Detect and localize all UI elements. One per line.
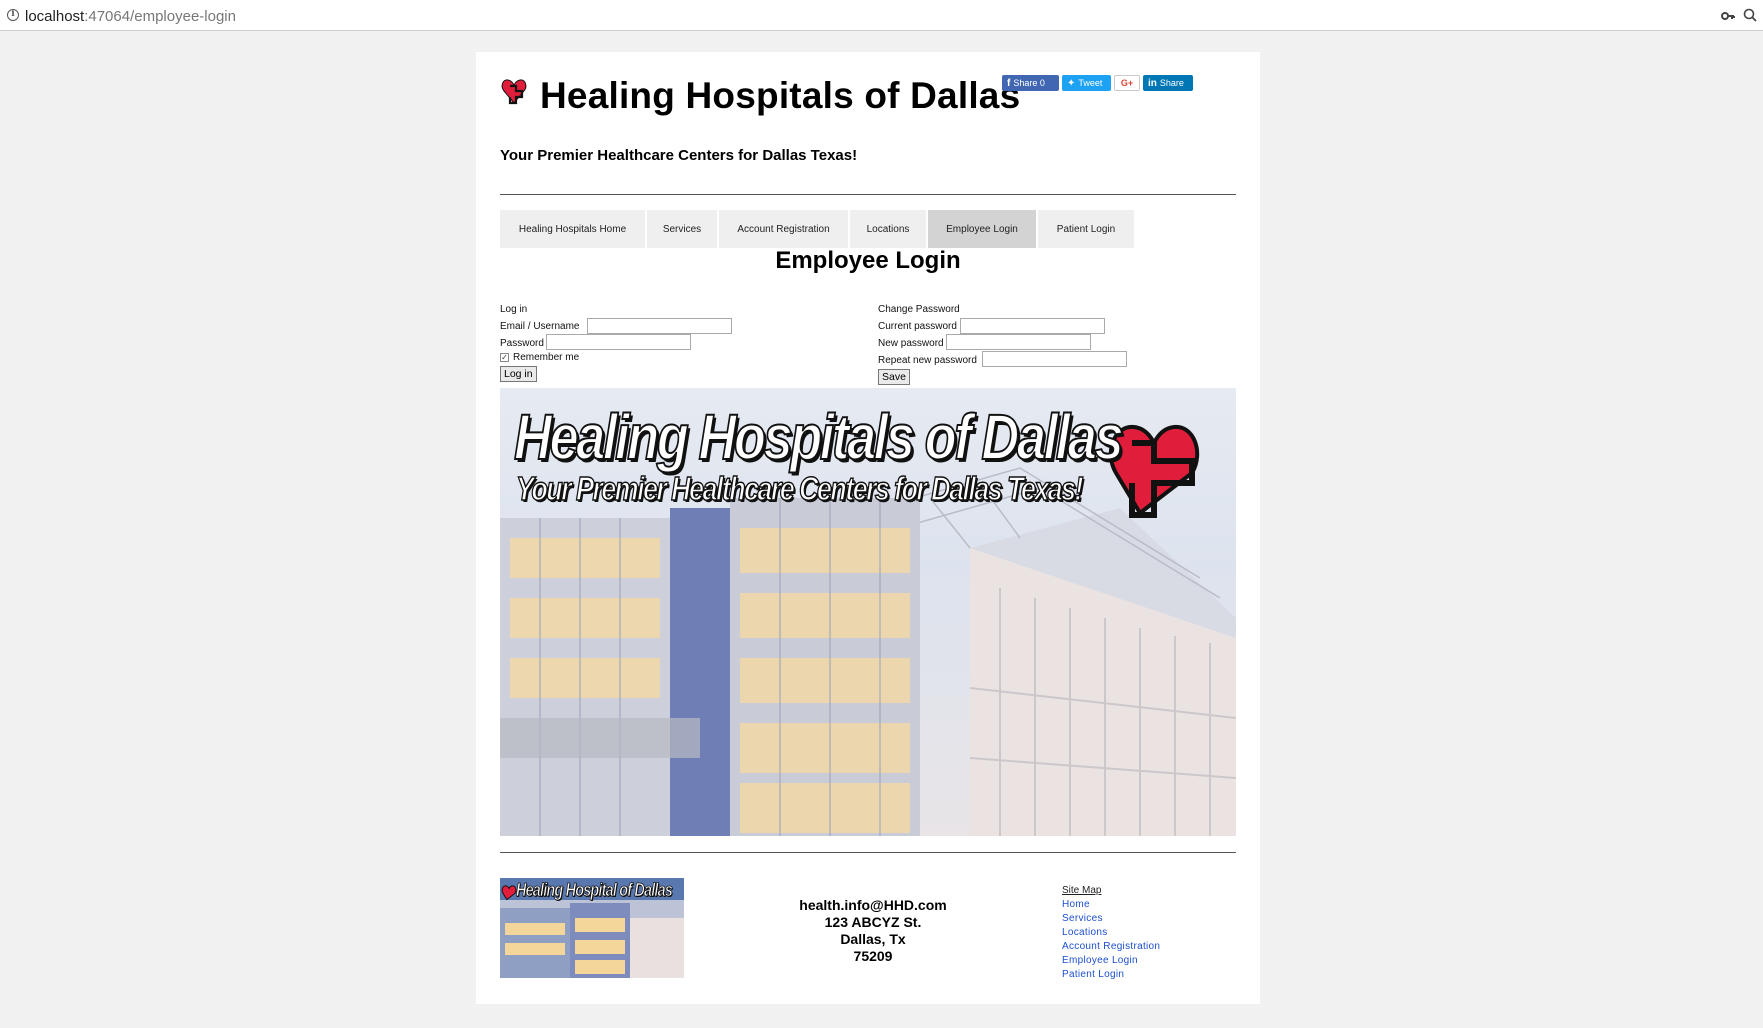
url-field[interactable]: localhost:47064/employee-login <box>25 8 236 25</box>
login-section-label: Log in <box>500 304 528 315</box>
sitemap-link-employee-login[interactable]: Employee Login <box>1062 954 1160 968</box>
current-password-label: Current password <box>878 321 957 332</box>
hero-banner: Healing Hospitals of Dallas Your Premier… <box>500 388 1236 836</box>
footer-divider <box>500 852 1236 853</box>
page-container: Healing Hospitals of Dallas f Share 0 ✦ Tw… <box>476 52 1260 1004</box>
login-button[interactable]: Log in <box>500 366 537 382</box>
tagline: Your Premier Healthcare Centers for Dall… <box>500 147 858 164</box>
sitemap-link-account-registration[interactable]: Account Registration <box>1062 940 1160 954</box>
change-password-section-label: Change Password <box>878 304 960 315</box>
contact-zip: 75209 <box>853 948 893 964</box>
google-plus-share-button[interactable]: G+ <box>1114 75 1140 91</box>
facebook-share-button[interactable]: f Share 0 <box>1002 75 1059 91</box>
nav-item-home[interactable]: Healing Hospitals Home <box>500 210 645 248</box>
site-title: Healing Hospitals of Dallas <box>540 75 1021 116</box>
footer-logo-title: Healing Hospital of Dallas <box>516 880 673 901</box>
footer-logo-image: Healing Hospital of Dallas <box>500 878 684 978</box>
nav-item-patient-login[interactable]: Patient Login <box>1038 210 1134 248</box>
remember-me-checkbox[interactable]: ✓ <box>500 353 509 362</box>
tweet-label: Tweet <box>1078 78 1103 88</box>
page-heading: Employee Login <box>775 247 961 274</box>
info-icon[interactable]: i <box>7 9 19 21</box>
linkedin-share-label: Share <box>1159 78 1184 88</box>
url-host: localhost <box>25 8 85 25</box>
sitemap-link-services[interactable]: Services <box>1062 912 1160 926</box>
share-bar: f Share 0 ✦ Tweet G+ in Share <box>1002 75 1193 92</box>
login-form: Log in Email / Username Password ✓ Remem… <box>500 304 860 390</box>
url-path: :47064/employee-login <box>84 8 236 25</box>
new-password-label: New password <box>878 338 944 349</box>
contact-city: Dallas, Tx <box>840 931 906 947</box>
change-password-form: Change Password Current password New pas… <box>878 304 1238 390</box>
header-divider <box>500 194 1236 195</box>
current-password-field[interactable] <box>960 318 1105 334</box>
new-password-field[interactable] <box>946 334 1091 350</box>
site-map: Site Map Home Services Locations Account… <box>1062 884 1160 982</box>
key-icon[interactable] <box>1721 9 1735 27</box>
address-bar: i localhost:47064/employee-login <box>0 0 1763 31</box>
sitemap-link-home[interactable]: Home <box>1062 898 1160 912</box>
main-nav: Healing Hospitals Home Services Account … <box>500 210 1134 248</box>
nav-item-employee-login[interactable]: Employee Login <box>928 210 1036 248</box>
zoom-icon[interactable] <box>1743 8 1757 27</box>
repeat-password-label: Repeat new password <box>878 355 977 366</box>
facebook-share-label: Share 0 <box>1013 78 1045 88</box>
contact-street: 123 ABCYZ St. <box>824 914 922 930</box>
password-field[interactable] <box>546 334 691 350</box>
linkedin-share-button[interactable]: in Share <box>1143 75 1193 91</box>
facebook-icon: f <box>1007 77 1011 89</box>
heart-cross-logo-icon <box>501 77 527 110</box>
repeat-password-field[interactable] <box>982 351 1127 367</box>
save-button[interactable]: Save <box>878 369 910 385</box>
twitter-bird-icon: ✦ <box>1067 77 1076 89</box>
nav-item-locations[interactable]: Locations <box>850 210 926 248</box>
site-map-title: Site Map <box>1062 885 1102 896</box>
nav-item-services[interactable]: Services <box>647 210 717 248</box>
sitemap-link-patient-login[interactable]: Patient Login <box>1062 968 1160 982</box>
twitter-tweet-button[interactable]: ✦ Tweet <box>1062 75 1111 91</box>
nav-item-account-registration[interactable]: Account Registration <box>719 210 848 248</box>
contact-email[interactable]: health.info@HHD.com <box>748 897 998 914</box>
password-label: Password <box>500 338 544 349</box>
sitemap-link-locations[interactable]: Locations <box>1062 926 1160 940</box>
hero-title: Healing Hospitals of Dallas <box>513 400 1124 474</box>
google-plus-label: G+ <box>1120 78 1134 88</box>
contact-info: health.info@HHD.com 123 ABCYZ St. Dallas… <box>748 897 998 965</box>
email-label: Email / Username <box>500 321 580 332</box>
linkedin-icon: in <box>1148 77 1157 89</box>
remember-me-label: Remember me <box>513 352 580 363</box>
hero-subtitle: Your Premier Healthcare Centers for Dall… <box>515 469 1084 508</box>
email-field[interactable] <box>587 318 732 334</box>
